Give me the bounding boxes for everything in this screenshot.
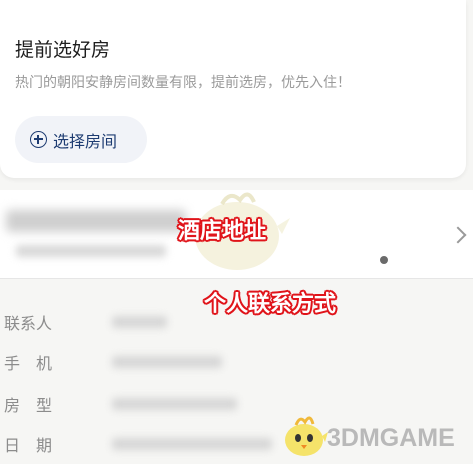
hotel-address-annotation: 酒店地址 bbox=[178, 219, 267, 244]
info-label: 房 型 bbox=[4, 396, 53, 415]
select-room-button[interactable]: 选择房间 bbox=[15, 116, 147, 163]
info-value-blurred bbox=[112, 356, 222, 368]
info-value-blurred bbox=[112, 316, 167, 328]
location-dot-icon bbox=[380, 256, 388, 264]
3dm-mascot-logo-icon bbox=[285, 416, 328, 456]
divider bbox=[0, 278, 473, 279]
select-room-label: 选择房间 bbox=[53, 131, 118, 151]
info-row-contact: 联系人 bbox=[0, 306, 473, 336]
hotel-name-blurred bbox=[6, 210, 186, 232]
watermark-text: 3DMGAME bbox=[327, 424, 455, 452]
hotel-address-blurred bbox=[16, 245, 166, 257]
info-label: 日 期 bbox=[4, 436, 53, 455]
card-title: 提前选好房 bbox=[15, 39, 111, 61]
info-row-phone: 手 机 bbox=[0, 346, 473, 376]
info-label: 联系人 bbox=[4, 314, 53, 333]
info-row-room-type: 房 型 bbox=[0, 388, 473, 418]
info-value-blurred bbox=[112, 398, 237, 410]
plus-circle-icon bbox=[30, 131, 47, 148]
booking-card: 提前选好房 热门的朝阳安静房间数量有限，提前选房，优先入住！ 选择房间 bbox=[0, 0, 466, 178]
card-subtitle: 热门的朝阳安静房间数量有限，提前选房，优先入住！ bbox=[15, 75, 351, 91]
info-value-blurred bbox=[112, 438, 272, 450]
info-label: 手 机 bbox=[4, 354, 53, 373]
